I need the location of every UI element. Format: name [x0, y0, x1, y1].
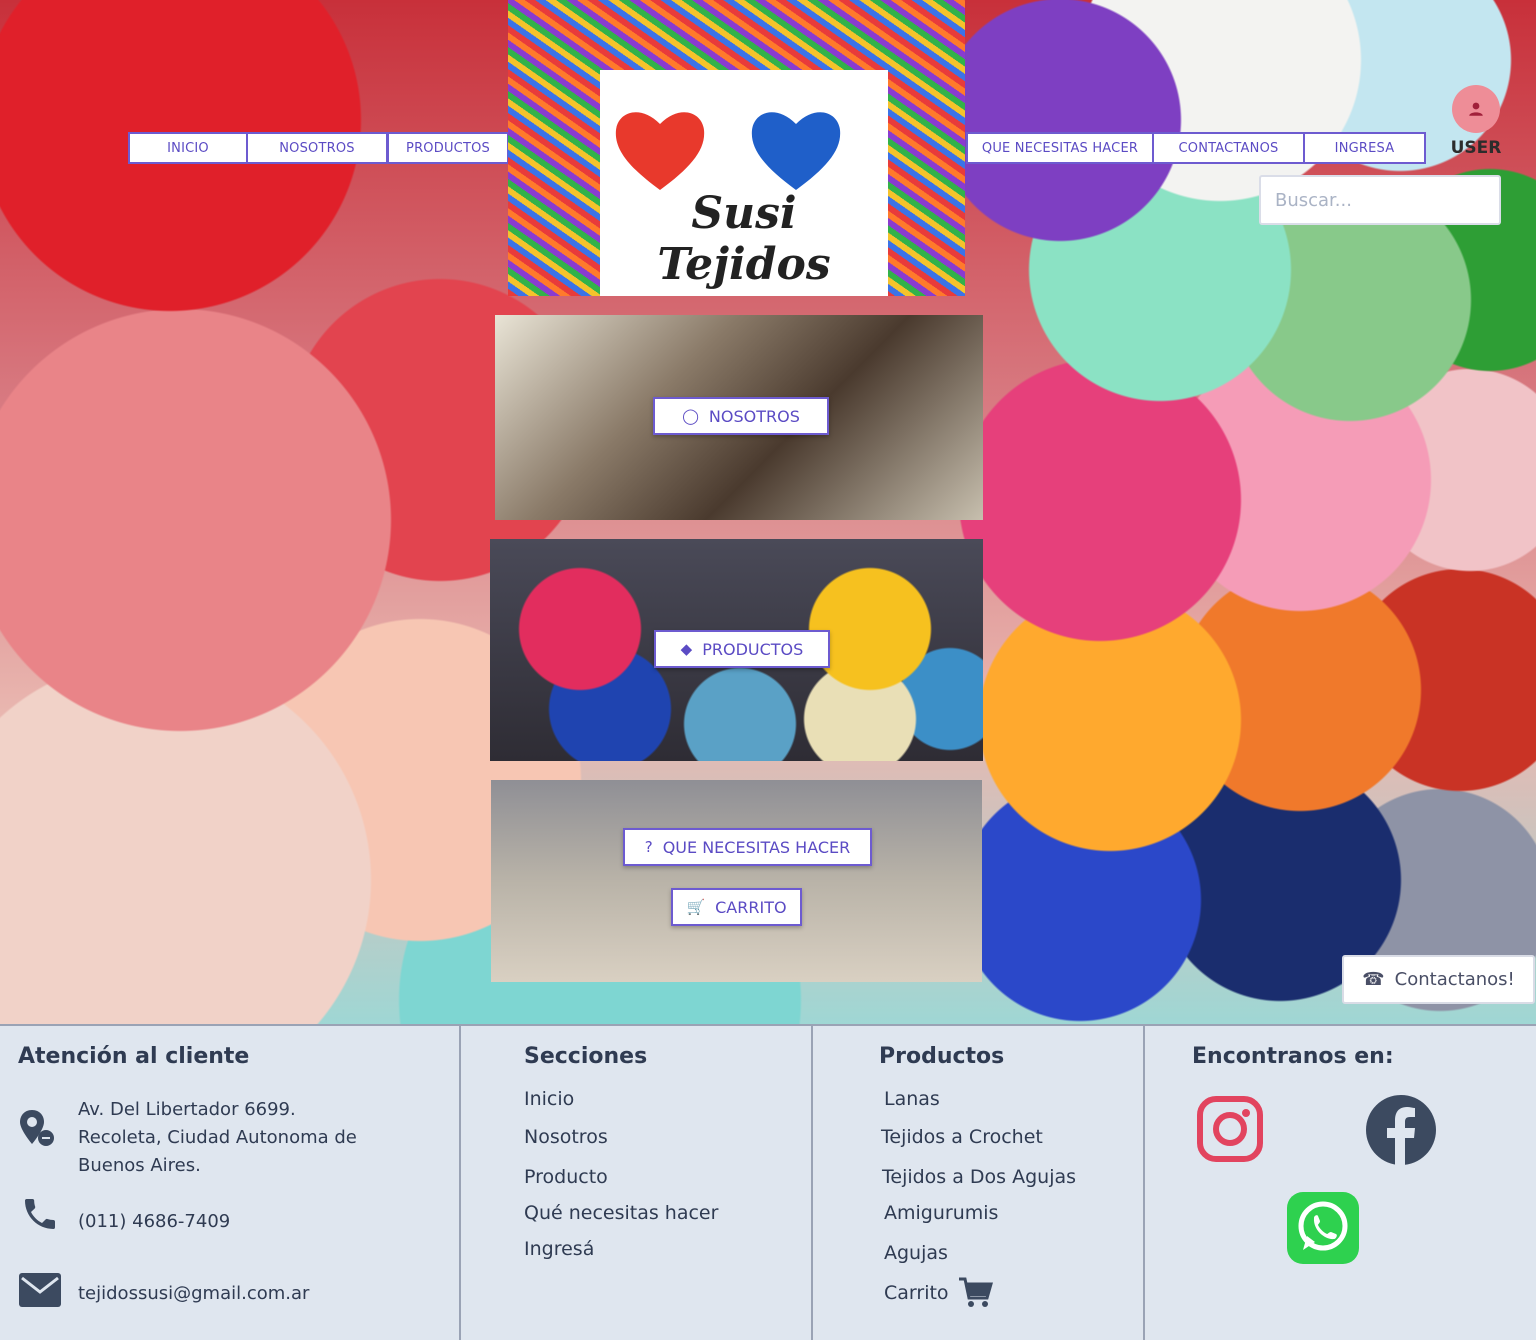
- footer-atencion: Atención al cliente Av. Del Libertador 6…: [0, 1026, 461, 1340]
- mail-icon: [19, 1273, 61, 1307]
- footer-secciones-title: Secciones: [524, 1044, 648, 1069]
- tag-icon: ◆: [680, 640, 693, 658]
- footer-link-lanas[interactable]: Lanas: [884, 1088, 940, 1110]
- footer: Atención al cliente Av. Del Libertador 6…: [0, 1024, 1536, 1340]
- footer-productos-title: Productos: [879, 1044, 1005, 1069]
- instagram-icon[interactable]: [1197, 1096, 1263, 1162]
- nav-ingresa[interactable]: INGRESA: [1303, 132, 1426, 164]
- question-icon: ?: [644, 838, 653, 856]
- search-input[interactable]: [1259, 175, 1501, 225]
- footer-social-title: Encontranos en:: [1192, 1044, 1394, 1069]
- footer-link-nosotros[interactable]: Nosotros: [524, 1126, 608, 1148]
- nav-nosotros[interactable]: NOSOTROS: [246, 132, 388, 164]
- phone-icon: ☎: [1362, 969, 1385, 990]
- footer-link-amigurumis[interactable]: Amigurumis: [884, 1202, 998, 1224]
- footer-link-carrito[interactable]: Carrito: [884, 1282, 949, 1304]
- user-label: USER: [1450, 138, 1502, 158]
- footer-link-ingresa[interactable]: Ingresá: [524, 1238, 594, 1260]
- card-que-necesitas-label: QUE NECESITAS HACER: [662, 837, 851, 857]
- red-heart-icon: [615, 112, 705, 190]
- cart-icon: 🛒: [686, 898, 706, 916]
- phone-icon: [25, 1199, 55, 1229]
- footer-social: Encontranos en:: [1145, 1026, 1536, 1340]
- footer-link-tejidos-dos-agujas[interactable]: Tejidos a Dos Agujas: [882, 1166, 1076, 1188]
- card-productos-button[interactable]: ◆ PRODUCTOS: [654, 630, 830, 668]
- whatsapp-icon[interactable]: [1287, 1192, 1359, 1264]
- card-productos[interactable]: ◆ PRODUCTOS: [490, 539, 983, 761]
- footer-link-agujas[interactable]: Agujas: [884, 1242, 948, 1264]
- contactanos-float-label: Contactanos!: [1394, 969, 1515, 990]
- logo-title: Susi Tejidos: [657, 188, 831, 290]
- footer-link-producto[interactable]: Producto: [524, 1166, 608, 1188]
- site-logo[interactable]: Susi Tejidos: [508, 0, 965, 296]
- card-nosotros-label: NOSOTROS: [708, 406, 800, 426]
- footer-phone[interactable]: (011) 4686-7409: [78, 1208, 230, 1236]
- footer-address-3: Buenos Aires.: [78, 1155, 201, 1176]
- nav-productos[interactable]: PRODUCTOS: [387, 132, 509, 164]
- nav-que-necesitas-hacer[interactable]: QUE NECESITAS HACER: [966, 132, 1154, 164]
- footer-email[interactable]: tejidossusi@gmail.com.ar: [78, 1280, 309, 1308]
- user-icon: [1469, 102, 1483, 116]
- nav-inicio[interactable]: INICIO: [128, 132, 248, 164]
- location-icon: [20, 1110, 54, 1146]
- footer-secciones: Secciones Inicio Nosotros Producto Qué n…: [461, 1026, 813, 1340]
- card-que-necesitas-button[interactable]: ? QUE NECESITAS HACER: [623, 828, 872, 866]
- contactanos-float-button[interactable]: ☎ Contactanos!: [1342, 955, 1535, 1004]
- footer-address-2: Recoleta, Ciudad Autonoma de: [78, 1127, 357, 1148]
- footer-atencion-title: Atención al cliente: [18, 1044, 250, 1069]
- blue-heart-icon: [751, 112, 841, 190]
- card-que-necesitas-hacer[interactable]: ? QUE NECESITAS HACER 🛒 CARRITO: [491, 780, 982, 982]
- nav-contactanos[interactable]: CONTACTANOS: [1152, 132, 1305, 164]
- lightbulb-icon: ◯: [682, 407, 699, 425]
- footer-productos: Productos Lanas Tejidos a Crochet Tejido…: [813, 1026, 1145, 1340]
- cart-icon[interactable]: [957, 1276, 993, 1310]
- footer-address-1: Av. Del Libertador 6699.: [78, 1099, 296, 1120]
- footer-link-inicio[interactable]: Inicio: [524, 1088, 574, 1110]
- facebook-icon[interactable]: [1365, 1094, 1437, 1166]
- footer-link-tejidos-crochet[interactable]: Tejidos a Crochet: [881, 1126, 1043, 1148]
- card-nosotros[interactable]: ◯ NOSOTROS: [495, 315, 983, 520]
- user-avatar[interactable]: [1452, 85, 1500, 133]
- card-nosotros-button[interactable]: ◯ NOSOTROS: [653, 397, 829, 435]
- footer-link-que-necesitas[interactable]: Qué necesitas hacer: [524, 1202, 718, 1224]
- card-productos-label: PRODUCTOS: [702, 639, 804, 659]
- card-carrito-label: CARRITO: [715, 897, 787, 917]
- card-carrito-button[interactable]: 🛒 CARRITO: [671, 888, 802, 926]
